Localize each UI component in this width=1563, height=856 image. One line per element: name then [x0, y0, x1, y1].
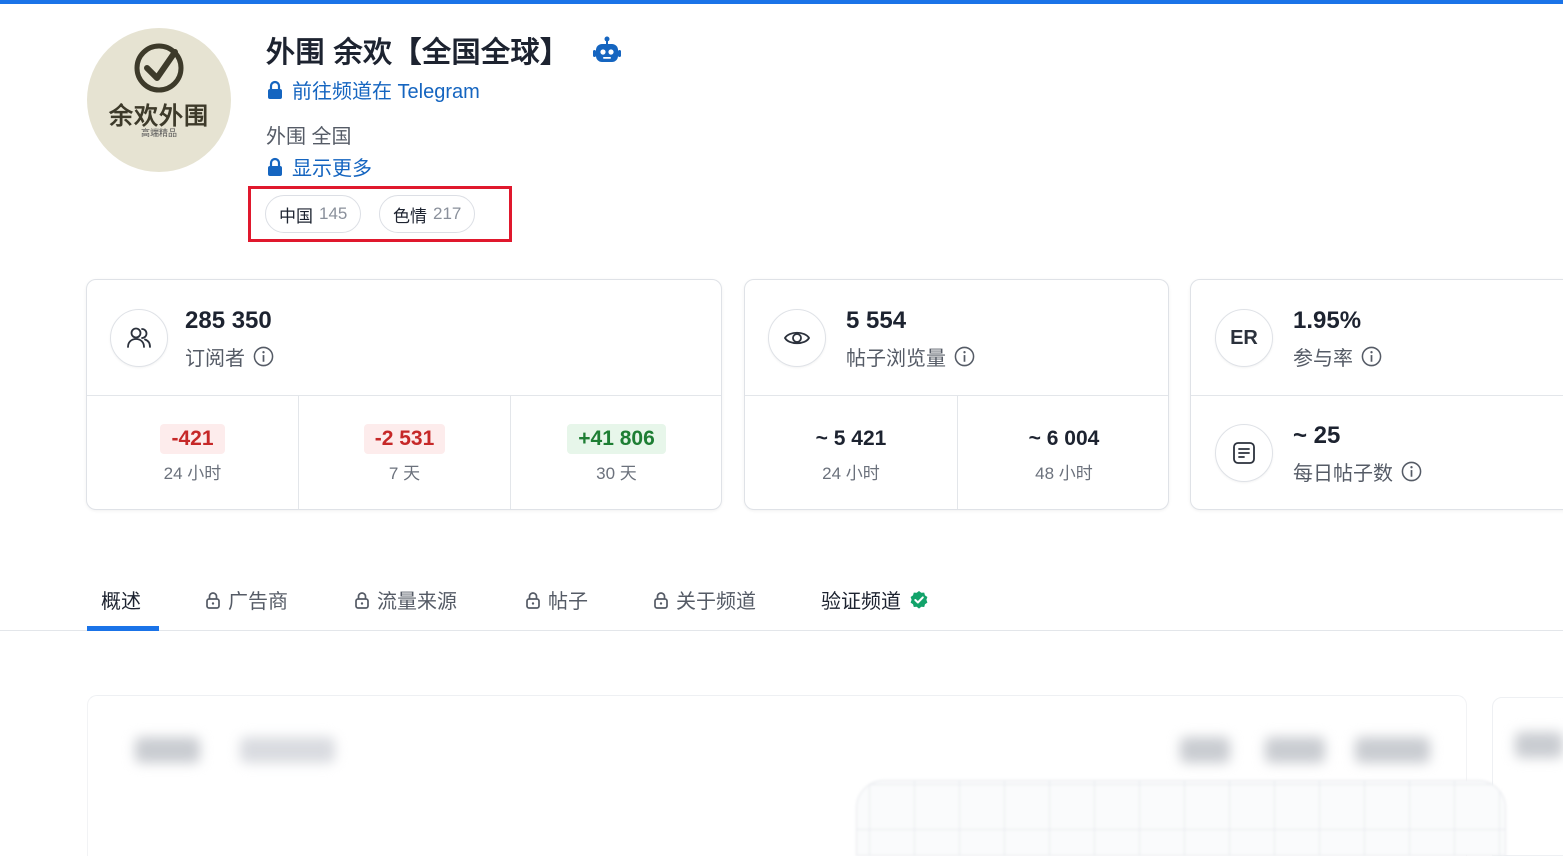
daily-posts-label-text: 每日帖子数 — [1293, 463, 1393, 485]
verified-badge-icon — [910, 590, 928, 609]
channel-avatar[interactable]: 余欢外围 高端精品 — [87, 28, 231, 172]
views-24h: ~ 5 421 24 小时 — [745, 396, 957, 509]
divider — [1191, 395, 1563, 396]
engagement-value: 1.95% — [1293, 307, 1362, 334]
subscribers-change-24h: -421 24 小时 — [87, 396, 298, 509]
subscribers-change-7d: -2 531 7 天 — [299, 396, 510, 509]
subscribers-value: 285 350 — [185, 307, 272, 334]
change-value: -421 — [160, 423, 225, 454]
tab-traffic-sources[interactable]: 流量来源 — [354, 568, 457, 631]
lock-icon — [526, 591, 540, 609]
tag-adult[interactable]: 色情 217 — [379, 195, 476, 233]
tab-label: 帖子 — [548, 591, 588, 613]
document-icon — [1215, 424, 1273, 482]
engagement-label: 参与率 — [1293, 342, 1382, 371]
lock-icon — [654, 591, 668, 609]
change-period: 24 小时 — [163, 463, 222, 483]
views-label-text: 帖子浏览量 — [846, 348, 946, 370]
engagement-label-text: 参与率 — [1293, 348, 1353, 370]
top-accent-bar — [0, 0, 1563, 4]
views-label: 帖子浏览量 — [846, 342, 975, 371]
daily-posts-label: 每日帖子数 — [1293, 457, 1422, 486]
tab-label: 验证频道 — [821, 591, 901, 613]
lock-icon — [268, 80, 282, 99]
avatar-subtext: 高端精品 — [140, 129, 177, 139]
info-icon[interactable] — [253, 346, 274, 367]
lock-icon — [355, 591, 369, 609]
blurred-control — [1180, 737, 1230, 763]
tab-verify-channel[interactable]: 验证频道 — [821, 568, 929, 631]
views-period-label: 48 小时 — [1035, 463, 1093, 483]
telegram-link-label: 前往频道在 Telegram — [292, 81, 480, 103]
eye-icon — [768, 309, 826, 367]
channel-description: 外围 全国 — [266, 126, 352, 148]
blurred-tab — [240, 737, 335, 763]
views-value: 5 554 — [846, 307, 907, 334]
er-icon-text: ER — [1230, 326, 1258, 349]
tag-name: 色情 — [393, 206, 427, 226]
tag-count: 217 — [433, 204, 462, 223]
blurred-tab — [135, 737, 200, 763]
blurred-chart — [856, 780, 1506, 856]
change-value: +41 806 — [567, 423, 666, 454]
tab-label: 广告商 — [228, 591, 288, 613]
show-more-label: 显示更多 — [292, 158, 372, 180]
tab-label: 关于频道 — [676, 591, 756, 613]
info-icon[interactable] — [1401, 461, 1422, 482]
change-period: 7 天 — [388, 463, 421, 483]
subscribers-label-text: 订阅者 — [185, 348, 245, 370]
active-tab-indicator — [87, 626, 159, 631]
channel-title: 外围 余欢【全国全球】 — [266, 37, 570, 69]
tab-posts[interactable]: 帖子 — [525, 568, 588, 631]
tag-name: 中国 — [279, 206, 313, 226]
telegram-link[interactable]: 前往频道在 Telegram — [266, 75, 480, 104]
show-more-link[interactable]: 显示更多 — [266, 152, 372, 181]
blurred-control — [1515, 732, 1563, 758]
views-48h: ~ 6 004 48 小时 — [958, 396, 1168, 509]
er-icon: ER — [1215, 309, 1273, 367]
change-period: 30 天 — [596, 463, 637, 483]
daily-posts-value: ~ 25 — [1293, 422, 1341, 449]
views-card: 5 554 帖子浏览量 ~ 5 421 24 小时 ~ 6 004 48 小时 — [744, 279, 1169, 510]
info-icon[interactable] — [1361, 346, 1382, 367]
blurred-control — [1355, 737, 1430, 763]
change-value: -2 531 — [363, 423, 446, 454]
tab-label: 概述 — [101, 591, 141, 613]
tab-overview[interactable]: 概述 — [101, 568, 141, 631]
tab-label: 流量来源 — [377, 591, 457, 613]
lock-icon — [268, 157, 282, 176]
blurred-control — [1265, 737, 1325, 763]
tab-advertisers[interactable]: 广告商 — [205, 568, 288, 631]
subscribers-label: 订阅者 — [185, 342, 274, 371]
engagement-card: ER 1.95% 参与率 ~ 25 每日帖子数 — [1190, 279, 1563, 510]
users-icon — [110, 309, 168, 367]
subscribers-card: 285 350 订阅者 -421 24 小时 -2 531 7 天 +41 80… — [86, 279, 722, 510]
tag-count: 145 — [319, 204, 348, 223]
tab-about-channel[interactable]: 关于频道 — [653, 568, 756, 631]
info-icon[interactable] — [954, 346, 975, 367]
subscribers-change-30d: +41 806 30 天 — [511, 396, 721, 509]
views-period-label: 24 小时 — [822, 463, 880, 483]
tag-china[interactable]: 中国 145 — [265, 195, 362, 233]
title-row: 外围 余欢【全国全球】 — [266, 30, 622, 70]
robot-icon — [592, 36, 621, 62]
views-period-value: ~ 6 004 — [1028, 426, 1100, 450]
lock-icon — [206, 591, 220, 609]
views-period-value: ~ 5 421 — [815, 426, 887, 450]
